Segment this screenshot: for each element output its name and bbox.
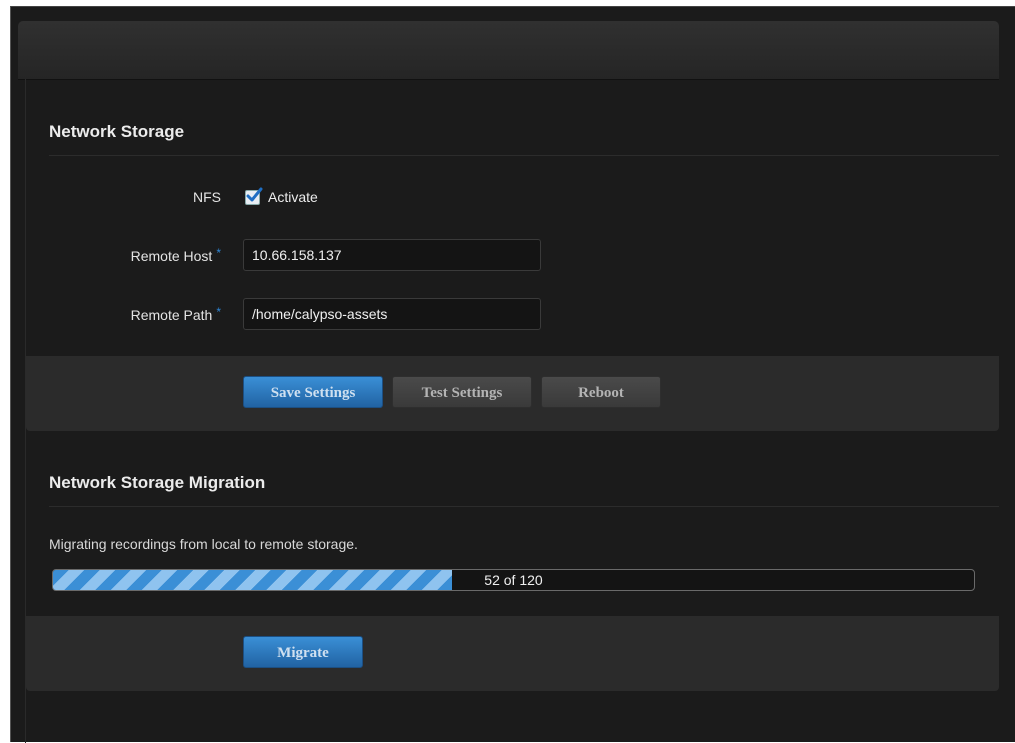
remote-path-input[interactable] <box>243 298 541 330</box>
checkmark-icon <box>246 187 263 202</box>
network-storage-title: Network Storage <box>49 122 185 141</box>
migrate-button[interactable]: Migrate <box>243 636 363 668</box>
nfs-label: NFS <box>193 189 221 205</box>
settings-actions-bar: Save Settings Test Settings Reboot <box>26 356 999 431</box>
progress-text: 52 of 120 <box>484 572 543 588</box>
save-settings-button[interactable]: Save Settings <box>243 376 383 408</box>
required-marker: * <box>216 246 221 260</box>
remote-path-label-text: Remote Path <box>130 307 213 323</box>
remote-path-label: Remote Path * <box>21 305 221 323</box>
reboot-button[interactable]: Reboot <box>541 376 661 408</box>
required-marker: * <box>216 305 221 319</box>
migration-description: Migrating recordings from local to remot… <box>49 536 358 552</box>
app-window: Network Storage NFS Activate Remote Host… <box>10 6 1015 743</box>
migration-progress-bar: 52 of 120 <box>52 569 975 591</box>
migration-title: Network Storage Migration <box>49 473 266 492</box>
section-divider <box>49 155 999 156</box>
remote-host-label-text: Remote Host <box>130 248 213 264</box>
migration-actions-bar: Migrate <box>26 616 999 691</box>
section-divider <box>49 506 999 507</box>
top-header-bar <box>18 21 999 80</box>
remote-host-input[interactable] <box>243 239 541 271</box>
remote-host-label: Remote Host * <box>21 246 221 264</box>
activate-checkbox[interactable] <box>245 187 263 205</box>
test-settings-button[interactable]: Test Settings <box>392 376 532 408</box>
activate-label[interactable]: Activate <box>268 189 318 205</box>
